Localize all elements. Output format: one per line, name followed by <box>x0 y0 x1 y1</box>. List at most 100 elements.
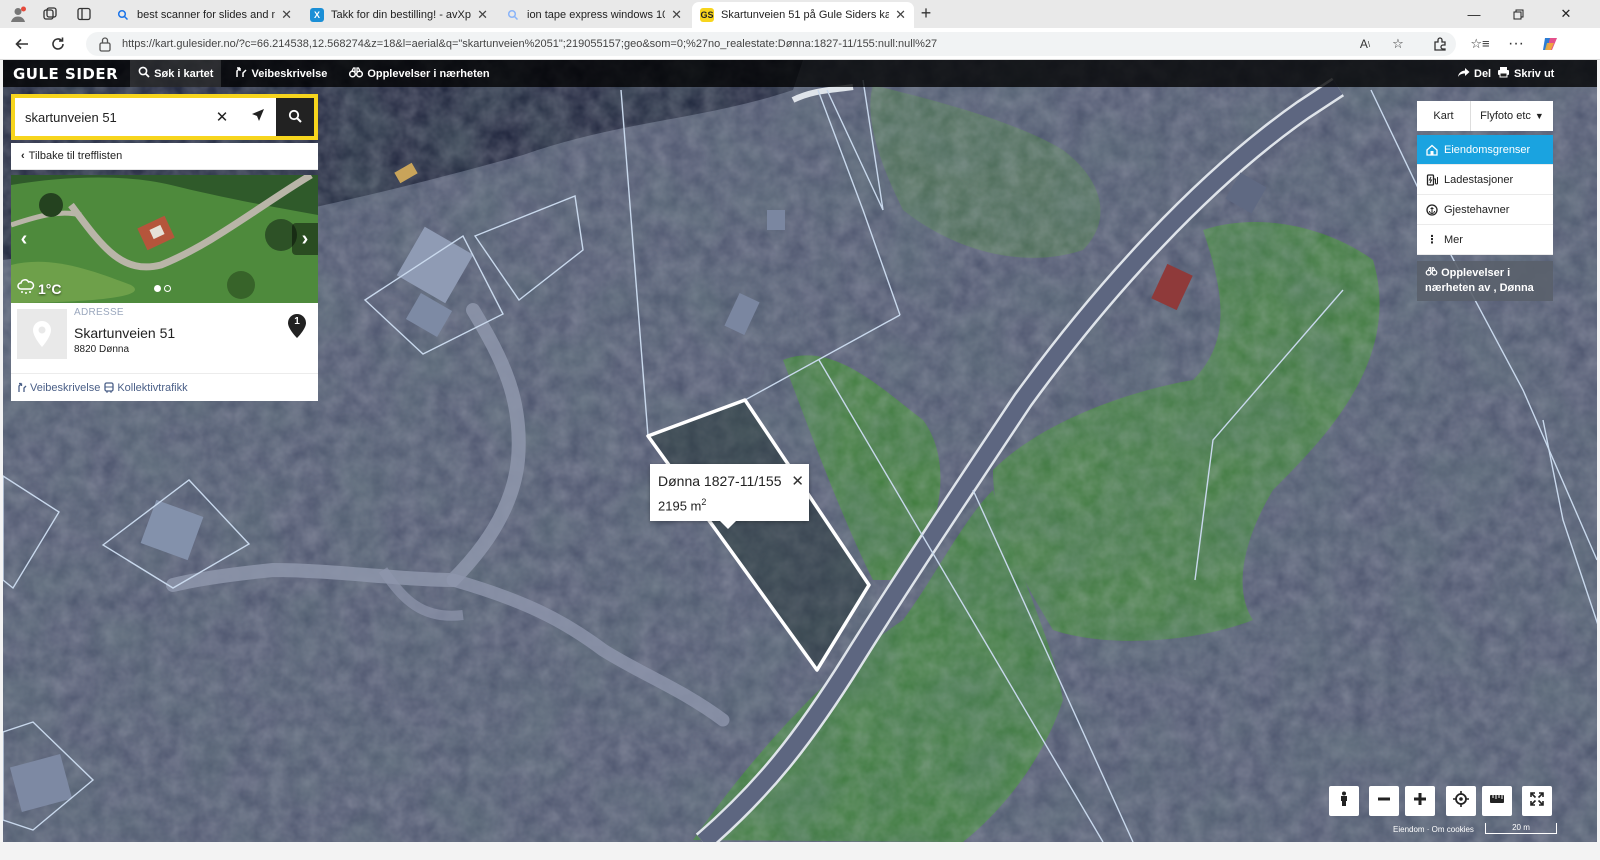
read-aloud-icon[interactable]: A \ <box>1355 34 1375 54</box>
map-attribution[interactable]: Eiendom · Om cookies <box>1393 825 1474 834</box>
property-icon <box>1425 143 1439 157</box>
layer-charging-stations[interactable]: Ladestasjoner <box>1417 165 1553 195</box>
street-view-button[interactable] <box>1329 786 1359 816</box>
layer-label: Gjestehavner <box>1444 203 1510 216</box>
harbor-icon <box>1425 203 1439 217</box>
result-marker-icon: 1 <box>287 313 307 339</box>
layer-label: Ladestasjoner <box>1444 173 1514 186</box>
address-bar: https://kart.gulesider.no/?c=66.214538,1… <box>0 28 1600 60</box>
pegman-icon <box>1338 791 1350 812</box>
close-window-button[interactable]: ✕ <box>1544 2 1588 26</box>
directions-icon <box>235 66 247 81</box>
clear-search-button[interactable]: ✕ <box>204 98 240 136</box>
url-field[interactable]: https://kart.gulesider.no/?c=66.214538,1… <box>86 32 1456 56</box>
layer-property-boundaries[interactable]: Eiendomsgrenser <box>1417 135 1553 165</box>
pager-dot[interactable] <box>164 285 171 292</box>
copilot-icon[interactable] <box>1540 34 1560 54</box>
tab-aerial-label: Flyfoto etc <box>1480 110 1531 122</box>
nav-label: Opplevelser i nærheten <box>367 67 490 80</box>
location-pin-icon <box>17 309 67 359</box>
tab-aerial-dropdown[interactable]: Flyfoto etc ▼ <box>1471 101 1553 131</box>
marker-number: 1 <box>294 316 300 327</box>
lock-icon[interactable] <box>98 36 112 52</box>
binoculars-icon <box>1425 267 1441 279</box>
zoom-out-button[interactable] <box>1369 786 1399 816</box>
ruler-icon <box>1489 792 1505 810</box>
scale-bar: 20 m <box>1485 823 1557 834</box>
chevron-left-icon: ‹ <box>21 150 25 162</box>
back-button[interactable] <box>12 34 32 54</box>
refresh-button[interactable] <box>48 34 68 54</box>
tab-actions-icon[interactable] <box>74 4 94 24</box>
app-top-bar: GULE SIDER Søk i kartet Veibeskrivelse O… <box>3 60 1597 87</box>
browser-tab-active[interactable]: GS Skartunveien 51 på Gule Siders kart ✕ <box>692 2 914 28</box>
nav-directions[interactable]: Veibeskrivelse <box>227 60 335 87</box>
fullscreen-button[interactable] <box>1522 786 1552 816</box>
zoom-in-button[interactable] <box>1405 786 1435 816</box>
nav-experiences[interactable]: Opplevelser i nærheten <box>341 60 497 87</box>
browser-tab[interactable]: best scanner for slides and negati ✕ <box>108 2 300 28</box>
binoculars-icon <box>349 66 364 81</box>
bus-icon <box>104 382 114 393</box>
location-arrow-icon <box>251 108 265 126</box>
layer-more[interactable]: ⋮ Mer <box>1417 225 1553 255</box>
workspaces-icon[interactable] <box>40 4 60 24</box>
close-icon[interactable]: ✕ <box>477 7 488 23</box>
share-icon <box>1457 67 1470 81</box>
address-info[interactable]: ADRESSE Skartunveien 51 8820 Dønna 1 <box>11 303 318 373</box>
share-button[interactable]: Del <box>1457 60 1491 87</box>
directions-icon <box>17 382 27 393</box>
browser-tab[interactable]: ion tape express windows 10 - Sø ✕ <box>498 2 690 28</box>
back-to-results-link[interactable]: ‹ Tilbake til trefflisten <box>11 143 318 170</box>
parcel-id: Dønna 1827-11/155 <box>658 473 782 489</box>
map-app: GULE SIDER Søk i kartet Veibeskrivelse O… <box>3 60 1597 842</box>
restore-button[interactable] <box>1496 2 1540 26</box>
tab-title: Takk for din bestilling! - avXperten <box>331 9 472 21</box>
print-button[interactable]: Skriv ut <box>1497 60 1554 87</box>
public-transport-link[interactable]: Kollektivtrafikk <box>104 382 188 394</box>
gule-sider-logo[interactable]: GULE SIDER <box>13 65 118 83</box>
photo-next-button[interactable]: › <box>292 223 318 255</box>
layer-label: Mer <box>1444 233 1463 246</box>
measure-button[interactable] <box>1482 786 1512 816</box>
crosshair-icon <box>1453 790 1469 812</box>
experiences-nearby-button[interactable]: Opplevelser i nærheten av , Dønna <box>1417 261 1553 301</box>
locate-me-button[interactable] <box>1446 786 1476 816</box>
search-input[interactable] <box>15 109 204 125</box>
profile-icon[interactable] <box>8 4 28 24</box>
search-button[interactable] <box>276 98 314 136</box>
extensions-icon[interactable] <box>1430 34 1450 54</box>
location-photo[interactable]: ‹ › 1°C <box>11 175 318 303</box>
settings-more-icon[interactable]: ··· <box>1506 34 1526 54</box>
new-tab-button[interactable]: + <box>915 3 937 25</box>
result-actions: Veibeskrivelse Kollektivtrafikk <box>11 373 318 401</box>
address-city: 8820 Dønna <box>74 344 130 355</box>
favorites-icon[interactable]: ☆≡ <box>1470 34 1490 54</box>
url-text: https://kart.gulesider.no/?c=66.214538,1… <box>122 38 938 50</box>
search-icon <box>138 66 150 81</box>
browser-tab[interactable]: X Takk for din bestilling! - avXperten ✕ <box>302 2 496 28</box>
close-icon[interactable]: ✕ <box>281 7 292 23</box>
tab-map[interactable]: Kart <box>1417 101 1471 131</box>
pager-dot[interactable] <box>154 285 161 292</box>
my-location-button[interactable] <box>240 98 276 136</box>
chevron-left-icon: ‹ <box>20 227 28 250</box>
minus-icon <box>1377 792 1391 811</box>
scale-label: 20 m <box>1512 823 1530 832</box>
search-icon <box>288 109 302 126</box>
close-icon[interactable]: ✕ <box>895 7 906 23</box>
search-icon <box>116 8 130 22</box>
close-icon: ✕ <box>215 109 229 126</box>
minimize-button[interactable]: — <box>1452 2 1496 26</box>
layer-list: Eiendomsgrenser Ladestasjoner Gjestehavn… <box>1417 135 1553 255</box>
directions-link[interactable]: Veibeskrivelse <box>17 382 100 394</box>
gs-icon: GS <box>700 8 714 22</box>
popup-close-button[interactable]: ✕ <box>791 472 804 490</box>
close-icon[interactable]: ✕ <box>671 7 682 23</box>
photo-prev-button[interactable]: ‹ <box>11 223 37 255</box>
address-category-label: ADRESSE <box>74 307 124 318</box>
nav-search-map[interactable]: Søk i kartet <box>130 60 222 87</box>
charging-icon <box>1425 173 1439 187</box>
favorite-star-icon[interactable]: ☆ <box>1388 34 1408 54</box>
layer-guest-harbors[interactable]: Gjestehavner <box>1417 195 1553 225</box>
